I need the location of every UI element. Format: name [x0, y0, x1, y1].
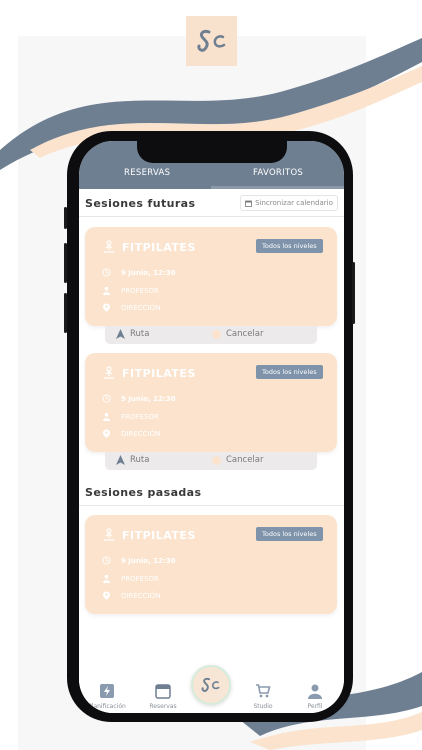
session-date: 9 Junio, 12:30 — [121, 268, 176, 277]
location-pin-icon — [102, 303, 111, 312]
nav-label: Planificación — [88, 703, 126, 710]
calendar-icon — [245, 200, 252, 207]
section-title-pasadas: Sesiones pasadas — [85, 486, 202, 499]
logo-icon — [201, 677, 220, 692]
session-address: DIRECCIÓN — [121, 429, 161, 438]
session-date-row: 9 Junio, 12:30 — [102, 268, 175, 277]
user-icon — [308, 684, 322, 699]
clock-icon — [102, 268, 111, 277]
session-address-row: DIRECCIÓN — [102, 429, 160, 438]
route-label: Ruta — [130, 455, 150, 465]
route-button[interactable]: Ruta — [116, 455, 149, 465]
cancel-icon — [212, 329, 221, 339]
session-teacher-row: PROFESOR — [102, 574, 159, 583]
tab-bar: RESERVAS FAVORITOS — [79, 141, 344, 189]
session-address-row: DIRECCIÓN — [102, 591, 160, 600]
cancel-label: Cancelar — [226, 329, 264, 339]
home-logo-button[interactable] — [191, 665, 231, 705]
navigation-arrow-icon — [116, 455, 125, 465]
session-card[interactable]: FITPILATES Todos los niveles 9 Junio, 12… — [85, 353, 337, 452]
active-tab-indicator — [211, 186, 344, 189]
nav-reservas[interactable]: Reservas — [138, 683, 188, 710]
cancel-button[interactable]: Cancelar — [212, 455, 264, 465]
nav-perfil[interactable]: Perfil — [290, 683, 340, 710]
section-title-futuras: Sesiones futuras — [85, 197, 196, 210]
tab-reservas[interactable]: RESERVAS — [124, 168, 170, 178]
person-icon — [102, 574, 111, 583]
location-pin-icon — [102, 591, 111, 600]
nav-studio[interactable]: Studio — [238, 683, 288, 710]
yoga-icon — [104, 366, 114, 379]
session-address: DIRECCIÓN — [121, 303, 161, 312]
divider — [79, 505, 344, 506]
bolt-icon — [100, 684, 114, 698]
session-teacher: PROFESOR — [121, 286, 159, 295]
clock-icon — [102, 394, 111, 403]
cancel-label: Cancelar — [226, 455, 264, 465]
nav-label: Reservas — [149, 703, 177, 710]
sync-calendar-label: Sincronizar calendario — [255, 199, 333, 207]
level-badge: Todos los niveles — [256, 365, 323, 379]
session-address: DIRECCIÓN — [121, 591, 161, 600]
app-logo — [186, 16, 237, 66]
person-icon — [102, 412, 111, 421]
phone-side-button — [64, 243, 67, 283]
phone-side-button — [64, 293, 67, 333]
phone-side-button — [352, 262, 355, 324]
session-teacher-row: PROFESOR — [102, 412, 159, 421]
cancel-button[interactable]: Cancelar — [212, 329, 264, 339]
cancel-icon — [212, 455, 221, 465]
session-date: 9 Junio, 12:30 — [121, 556, 176, 565]
person-icon — [102, 286, 111, 295]
yoga-icon — [104, 240, 114, 253]
card-actions: Ruta Cancelar — [105, 326, 317, 344]
phone-screen: RESERVAS FAVORITOS Sesiones futuras Sinc… — [79, 141, 344, 713]
nav-label: Perfil — [307, 703, 323, 710]
session-address-row: DIRECCIÓN — [102, 303, 160, 312]
card-actions: Ruta Cancelar — [105, 452, 317, 470]
level-badge: Todos los niveles — [256, 239, 323, 253]
yoga-icon — [104, 528, 114, 541]
level-badge: Todos los niveles — [256, 527, 323, 541]
cart-icon — [256, 684, 271, 698]
session-date-row: 9 Junio, 12:30 — [102, 556, 175, 565]
phone-notch — [137, 141, 287, 163]
session-card[interactable]: FITPILATES Todos los niveles 9 Junio, 12… — [85, 515, 337, 614]
navigation-arrow-icon — [116, 329, 125, 339]
calendar-icon — [155, 684, 171, 699]
route-button[interactable]: Ruta — [116, 329, 149, 339]
session-teacher-row: PROFESOR — [102, 286, 159, 295]
session-title: FITPILATES — [122, 367, 196, 380]
session-card[interactable]: FITPILATES Todos los niveles 9 Junio, 12… — [85, 227, 337, 326]
location-pin-icon — [102, 429, 111, 438]
nav-planificacion[interactable]: Planificación — [82, 683, 132, 710]
route-label: Ruta — [130, 329, 150, 339]
session-date: 9 Junio, 12:30 — [121, 394, 176, 403]
nav-label: Studio — [253, 703, 273, 710]
session-title: FITPILATES — [122, 529, 196, 542]
session-teacher: PROFESOR — [121, 412, 159, 421]
logo-icon — [196, 30, 225, 52]
divider — [79, 216, 344, 217]
session-teacher: PROFESOR — [121, 574, 159, 583]
clock-icon — [102, 556, 111, 565]
session-title: FITPILATES — [122, 241, 196, 254]
tab-favoritos[interactable]: FAVORITOS — [253, 168, 303, 178]
sync-calendar-button[interactable]: Sincronizar calendario — [240, 195, 338, 211]
phone-side-button — [64, 207, 67, 229]
session-date-row: 9 Junio, 12:30 — [102, 394, 175, 403]
